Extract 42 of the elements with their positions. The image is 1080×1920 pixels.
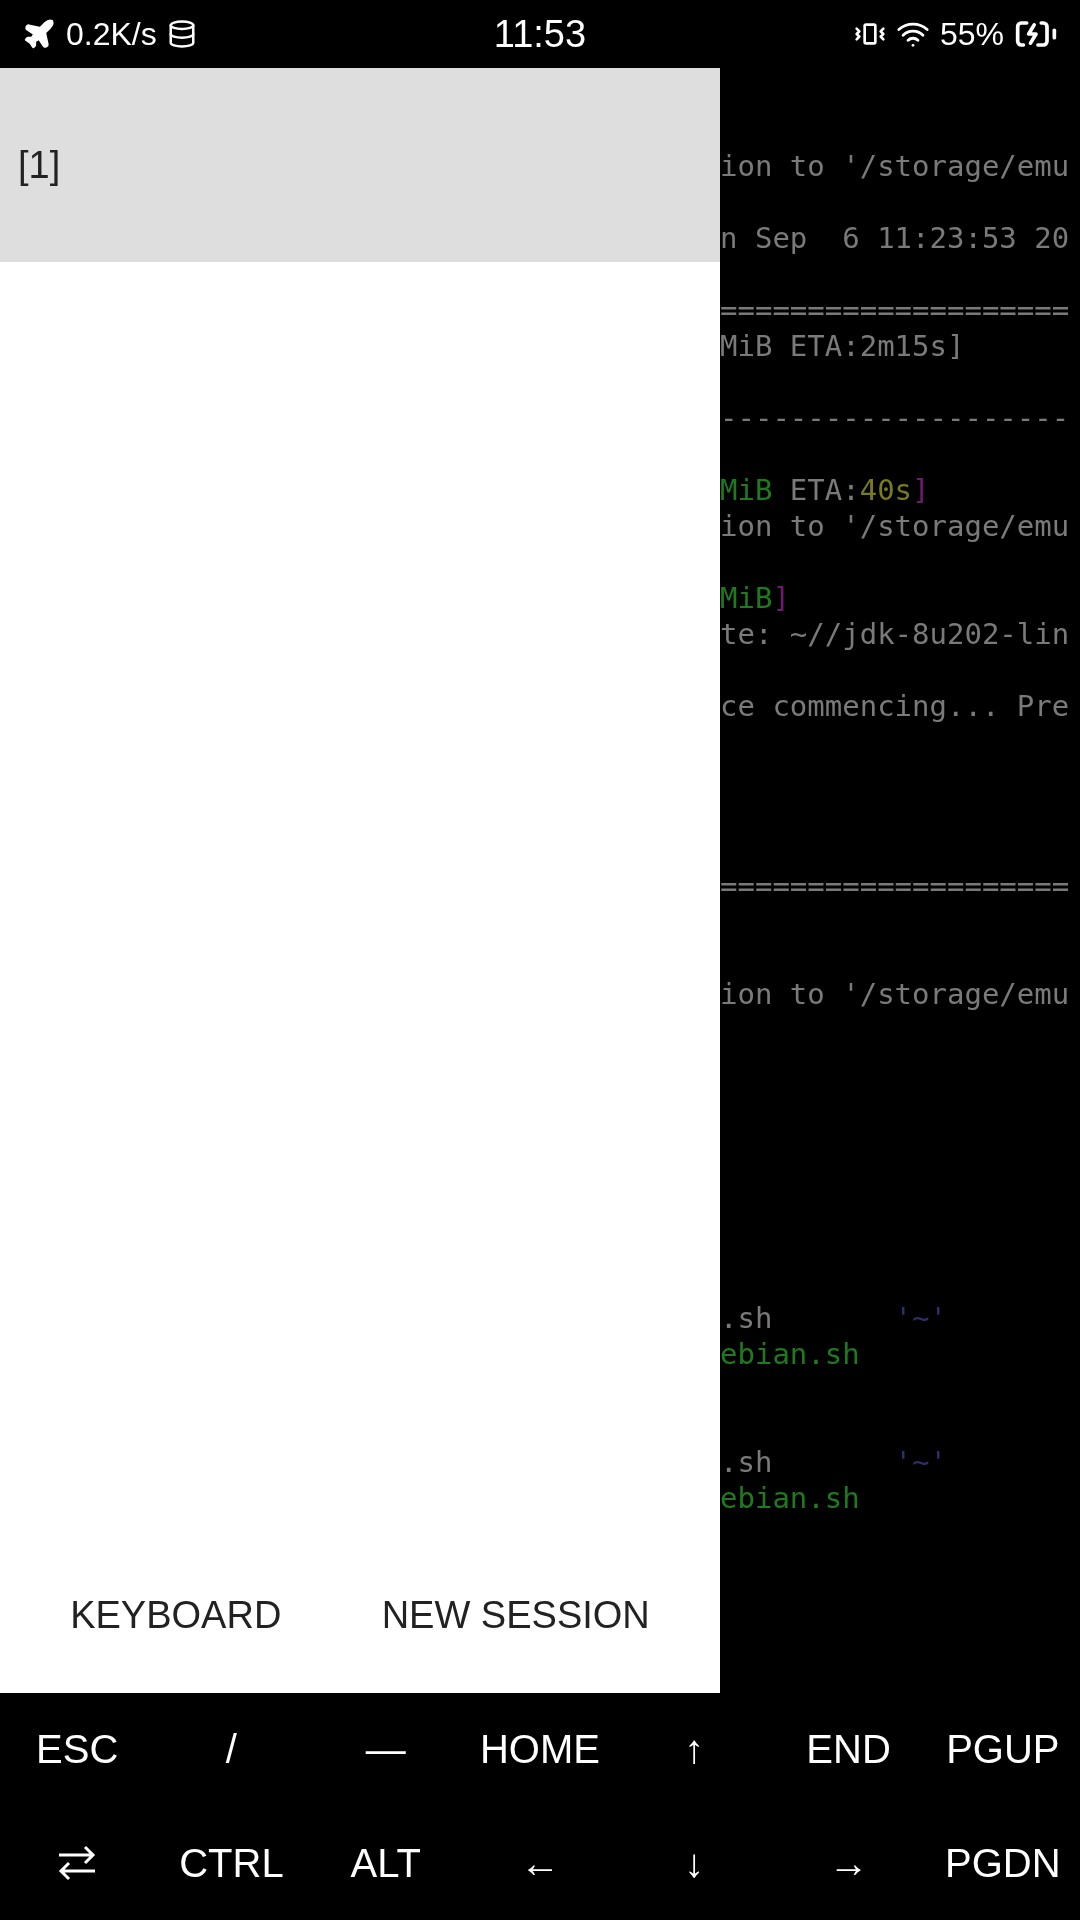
new-session-button[interactable]: NEW SESSION: [351, 1578, 680, 1653]
terminal-text: '~': [894, 1445, 947, 1479]
extra-key[interactable]: PGDN: [935, 1832, 1071, 1894]
terminal-text: te: ~//jdk-8u202-lin: [720, 617, 1070, 651]
extra-key[interactable]: PGUP: [936, 1719, 1070, 1781]
extra-key[interactable]: ↓: [674, 1832, 715, 1894]
battery-level: 55%: [939, 15, 1004, 53]
terminal-text: n Sep 6 11:23:53 20: [720, 221, 1070, 255]
extra-key[interactable]: CTRL: [169, 1832, 294, 1894]
terminal-text: ====================: [720, 293, 1070, 327]
terminal-text: MiB: [720, 581, 773, 615]
terminal-text: --------------------: [720, 401, 1070, 435]
terminal-text: .sh: [720, 1445, 774, 1479]
terminal-text: 40s: [859, 473, 913, 507]
terminal-text: ce commencing... Pre: [720, 689, 1070, 723]
terminal-text: ebian.sh: [720, 1481, 860, 1515]
terminal-text: ion to '/storage/emu: [720, 977, 1070, 1011]
terminal-text: ]: [912, 473, 930, 507]
terminal-text: .sh: [720, 1301, 774, 1335]
airplane-icon: [22, 17, 56, 51]
extra-key[interactable]: →: [818, 1832, 879, 1894]
terminal-text: MiB: [720, 473, 773, 507]
extra-key[interactable]: ↑: [674, 1719, 715, 1781]
extra-key[interactable]: /: [215, 1719, 247, 1781]
extra-key[interactable]: HOME: [470, 1719, 610, 1781]
session-item[interactable]: [1]: [0, 68, 720, 262]
extra-key[interactable]: ESC: [26, 1719, 129, 1781]
network-speed: 0.2K/s: [66, 15, 157, 53]
keyboard-button[interactable]: KEYBOARD: [40, 1578, 312, 1653]
terminal-text: ebian.sh: [720, 1337, 860, 1371]
terminal-text: ion to '/storage/emu: [720, 509, 1070, 543]
extra-key[interactable]: —: [355, 1719, 416, 1781]
extra-key[interactable]: ←: [510, 1832, 570, 1894]
extra-key[interactable]: ALT: [340, 1832, 431, 1894]
extra-key[interactable]: END: [796, 1719, 901, 1781]
clock: 11:53: [493, 12, 587, 56]
terminal-text: MiB ETA:2m15s]: [720, 329, 965, 363]
terminal-text: ETA:: [788, 473, 860, 507]
terminal-text: ====================: [720, 869, 1070, 903]
terminal-text: ion to '/storage/emu: [720, 149, 1070, 183]
terminal-text: ]: [772, 581, 790, 615]
terminal-text: '~': [894, 1301, 947, 1335]
